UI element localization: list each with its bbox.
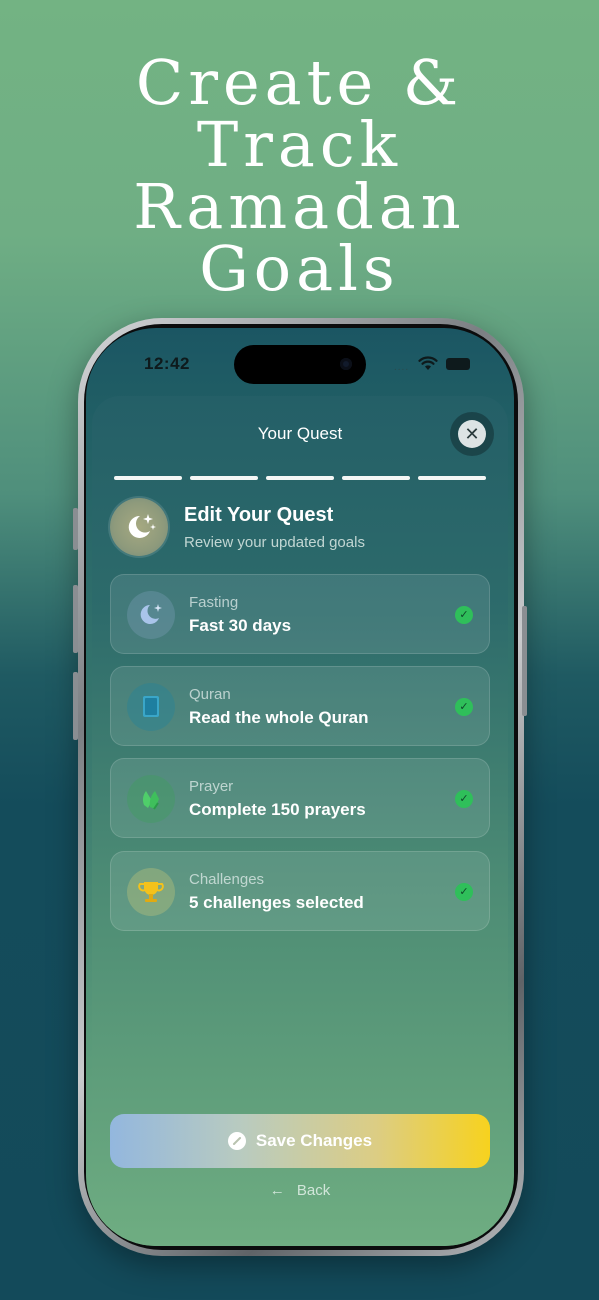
save-button-label: Save Changes [255, 1131, 373, 1150]
quest-sheet: Your Quest ✕ Edit Your Quest Review your… [92, 396, 508, 1246]
dynamic-island [234, 345, 366, 384]
headline-line: Ramadan [133, 170, 466, 243]
goal-card-challenges[interactable]: Challenges 5 challenges selected ✓ [110, 851, 490, 931]
progress-step [266, 476, 334, 480]
goal-card-quran[interactable]: Quran Read the whole Quran ✓ [110, 666, 490, 746]
status-bar: 12:42 .... [86, 328, 514, 394]
volume-down-button [73, 672, 78, 740]
goal-label: Challenges [189, 871, 265, 888]
page-title: Edit Your Quest [184, 504, 334, 526]
checkmark-icon: ✓ [455, 790, 473, 808]
headline-line: Track [196, 108, 403, 181]
save-changes-button[interactable]: Save Changes [110, 1114, 490, 1168]
goal-card-fasting[interactable]: Fasting Fast 30 days ✓ [110, 574, 490, 654]
headline-line: Create & [135, 46, 464, 119]
pencil-icon [227, 1132, 246, 1150]
arrow-left-icon: ← [269, 1182, 285, 1199]
moon-stars-icon [110, 498, 168, 556]
checkmark-icon: ✓ [455, 698, 473, 716]
page-subtitle: Review your updated goals [184, 534, 365, 551]
goal-value: Fast 30 days [189, 616, 292, 635]
step-progress-bar [114, 476, 486, 480]
goal-label: Prayer [189, 778, 234, 795]
book-icon [127, 683, 175, 731]
goal-label: Quran [189, 686, 231, 703]
wifi-icon [418, 356, 438, 370]
battery-icon [446, 358, 470, 370]
camera-icon [340, 358, 352, 370]
goal-value: 5 challenges selected [189, 893, 364, 912]
volume-up-button [73, 585, 78, 653]
back-button[interactable]: ← Back [92, 1182, 508, 1199]
power-button [522, 606, 527, 716]
marketing-headline: Create & Track Ramadan Goals [0, 52, 599, 300]
phone-screen: 12:42 .... Your Quest ✕ Edit Your Quest … [86, 328, 514, 1246]
goal-value: Complete 150 prayers [189, 800, 366, 819]
praying-hands-icon [127, 775, 175, 823]
checkmark-icon: ✓ [455, 883, 473, 901]
close-icon: ✕ [458, 420, 486, 448]
close-button[interactable]: ✕ [450, 412, 494, 456]
moon-stars-icon [127, 591, 175, 639]
headline-line: Goals [199, 232, 400, 305]
progress-step [190, 476, 258, 480]
progress-step [418, 476, 486, 480]
sheet-title: Your Quest [257, 424, 343, 443]
checkmark-icon: ✓ [455, 606, 473, 624]
back-button-label: Back [296, 1182, 331, 1199]
goal-card-prayer[interactable]: Prayer Complete 150 prayers ✓ [110, 758, 490, 838]
goal-value: Read the whole Quran [189, 708, 369, 727]
goal-label: Fasting [189, 594, 239, 611]
progress-step [114, 476, 182, 480]
progress-step [342, 476, 410, 480]
cellular-signal-icon: .... [394, 362, 410, 373]
action-button [73, 508, 78, 550]
trophy-icon [127, 868, 175, 916]
status-time: 12:42 [144, 354, 190, 373]
